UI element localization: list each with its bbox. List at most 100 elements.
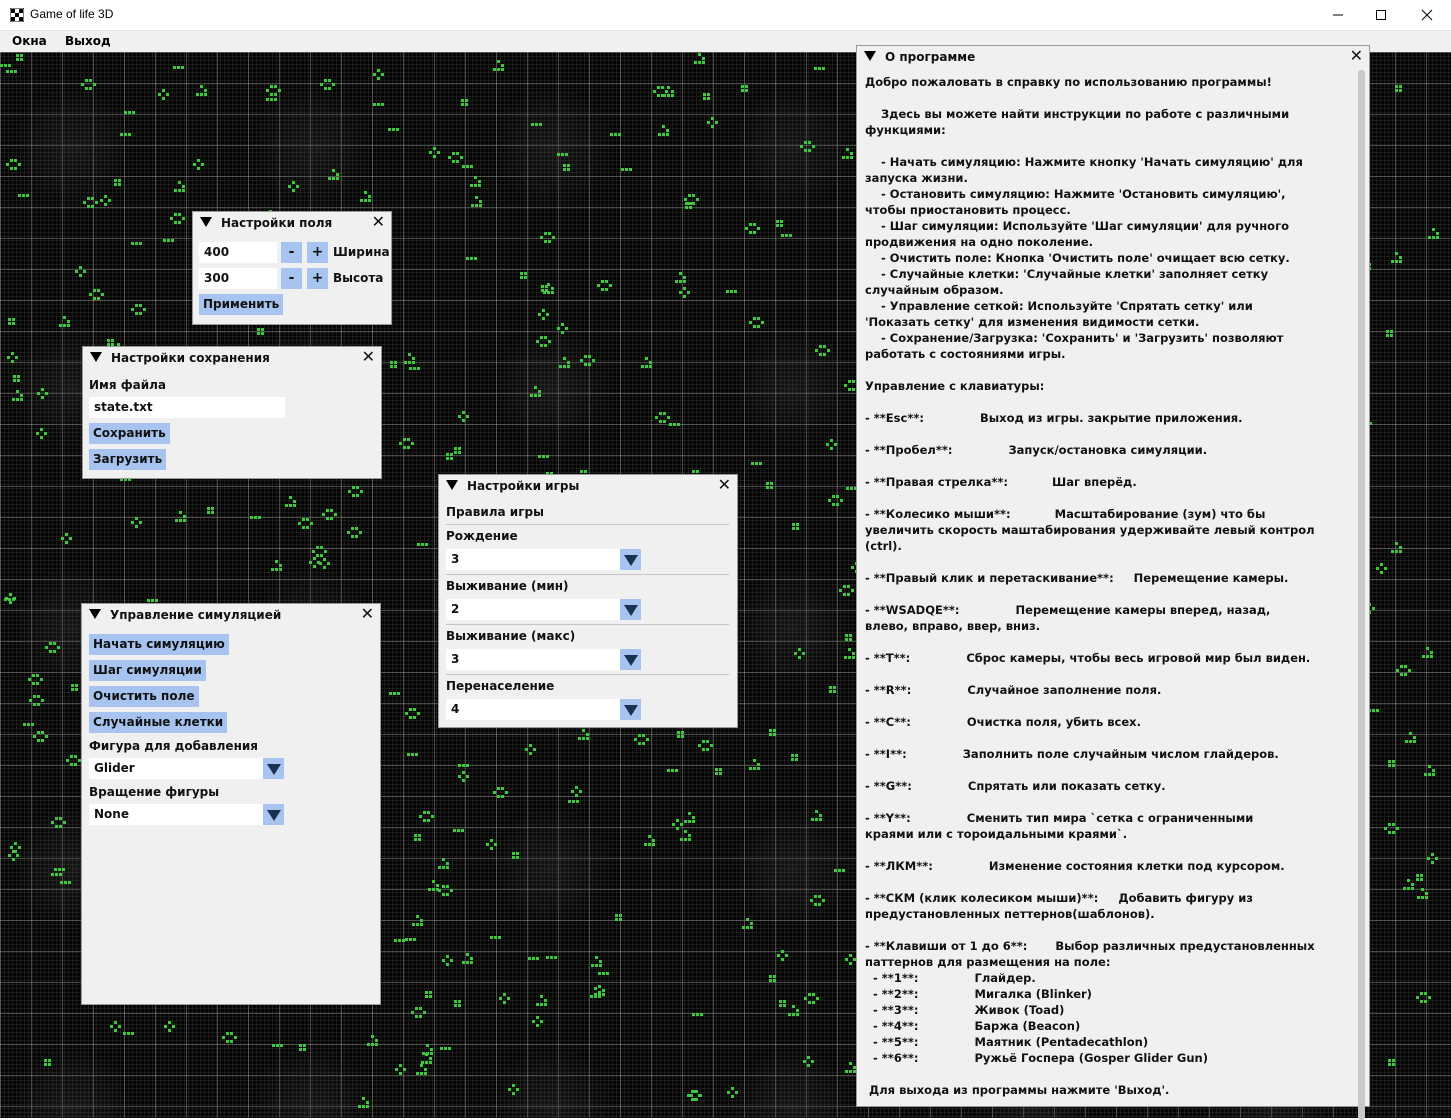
live-cell <box>836 503 839 506</box>
live-cell-group <box>174 181 185 192</box>
height-decrement-button[interactable]: - <box>281 268 302 289</box>
height-increment-button[interactable]: + <box>307 268 328 289</box>
dropdown-value[interactable]: 3 <box>446 649 620 670</box>
live-cell <box>26 194 29 197</box>
live-cell <box>394 939 397 942</box>
live-cell <box>847 585 850 588</box>
live-cell <box>182 217 185 220</box>
maximize-button[interactable] <box>1358 0 1404 30</box>
live-cell <box>753 223 756 226</box>
collapse-arrow-icon[interactable] <box>200 217 212 227</box>
live-cell <box>692 202 695 205</box>
live-cell <box>667 94 670 97</box>
chevron-down-icon[interactable] <box>263 758 284 779</box>
live-cell <box>655 416 658 419</box>
live-cell <box>10 70 13 73</box>
panel-header[interactable]: Управление симуляцией ✕ <box>82 604 380 626</box>
dropdown-value[interactable]: Glider <box>89 758 263 779</box>
height-input[interactable]: 300 <box>199 268 277 289</box>
live-cell <box>715 121 718 124</box>
live-cell-group <box>794 648 805 659</box>
live-cell <box>499 997 502 1000</box>
survive-max-dropdown[interactable]: 3 <box>446 649 641 670</box>
live-cell <box>588 355 591 358</box>
live-cell <box>20 398 23 401</box>
close-icon[interactable]: ✕ <box>362 349 375 365</box>
start-simulation-button[interactable]: Начать симуляцию <box>89 634 229 655</box>
overpop-dropdown[interactable]: 4 <box>446 699 641 720</box>
close-icon[interactable]: ✕ <box>718 477 731 493</box>
panel-header[interactable]: Настройки поля ✕ <box>193 212 391 234</box>
chevron-down-icon[interactable] <box>263 804 284 825</box>
live-cell <box>781 234 784 237</box>
close-icon[interactable]: ✕ <box>372 214 385 230</box>
birth-dropdown[interactable]: 3 <box>446 549 641 570</box>
live-cell <box>525 748 528 751</box>
live-cell <box>638 742 641 745</box>
dropdown-value[interactable]: 2 <box>446 599 620 620</box>
live-cell <box>429 1057 432 1060</box>
live-cell-group <box>703 93 710 100</box>
live-cell <box>561 153 564 156</box>
live-cell <box>381 103 384 106</box>
live-cell <box>458 451 461 454</box>
load-button[interactable]: Загрузить <box>89 449 167 470</box>
minimize-button[interactable] <box>1315 0 1361 30</box>
filename-input[interactable]: state.txt <box>89 397 285 418</box>
live-cell <box>1376 709 1379 712</box>
live-cell <box>811 818 814 821</box>
width-decrement-button[interactable]: - <box>281 242 302 263</box>
collapse-arrow-icon[interactable] <box>89 609 101 619</box>
clear-field-button[interactable]: Очистить поле <box>89 686 199 707</box>
live-cell <box>681 735 684 738</box>
live-cell <box>417 543 420 546</box>
live-cell <box>684 198 687 201</box>
figure-dropdown[interactable]: Glider <box>89 758 284 779</box>
dropdown-value[interactable]: 3 <box>446 549 620 570</box>
live-cell <box>83 270 86 273</box>
live-cell <box>18 163 21 166</box>
live-cell-group <box>288 181 299 192</box>
panel-header[interactable]: Настройки сохранения ✕ <box>83 347 381 369</box>
save-button[interactable]: Сохранить <box>89 423 170 444</box>
survive-min-dropdown[interactable]: 2 <box>446 599 641 620</box>
close-icon[interactable]: ✕ <box>361 606 374 622</box>
live-cell <box>299 1044 302 1047</box>
live-cell <box>179 511 182 514</box>
step-simulation-button[interactable]: Шаг симуляции <box>89 660 206 681</box>
chevron-down-icon[interactable] <box>620 549 641 570</box>
live-cell <box>334 513 337 516</box>
random-cells-button[interactable]: Случайные клетки <box>89 712 228 733</box>
menu-exit[interactable]: Выход <box>65 34 111 48</box>
close-icon[interactable]: ✕ <box>1350 48 1363 64</box>
chevron-down-icon[interactable] <box>620 649 641 670</box>
chevron-down-icon[interactable] <box>620 599 641 620</box>
live-cell-group <box>446 453 453 460</box>
live-cell <box>769 729 772 732</box>
close-window-button[interactable] <box>1404 0 1450 30</box>
live-cell <box>163 239 166 242</box>
live-cell <box>776 224 779 227</box>
dropdown-value[interactable]: 4 <box>446 699 620 720</box>
chevron-down-icon[interactable] <box>620 699 641 720</box>
collapse-arrow-icon[interactable] <box>90 352 102 362</box>
live-cell <box>132 111 135 114</box>
collapse-arrow-icon[interactable] <box>864 51 876 61</box>
live-cell <box>355 527 358 530</box>
panel-header[interactable]: Настройки игры ✕ <box>439 475 737 497</box>
dropdown-value[interactable]: None <box>89 804 263 825</box>
panel-header[interactable]: О программе ✕ <box>857 46 1369 68</box>
scrollbar[interactable] <box>1358 70 1365 1120</box>
live-cell <box>683 295 686 298</box>
live-cell <box>657 86 660 89</box>
width-increment-button[interactable]: + <box>307 242 328 263</box>
live-cell <box>322 513 325 516</box>
collapse-arrow-icon[interactable] <box>446 480 458 490</box>
live-cell <box>1432 236 1435 239</box>
apply-button[interactable]: Применить <box>199 294 284 315</box>
live-cell <box>415 753 418 756</box>
rotation-dropdown[interactable]: None <box>89 804 284 825</box>
menu-windows[interactable]: Окна <box>12 34 47 48</box>
width-input[interactable]: 400 <box>199 242 277 263</box>
live-cell <box>324 79 327 82</box>
